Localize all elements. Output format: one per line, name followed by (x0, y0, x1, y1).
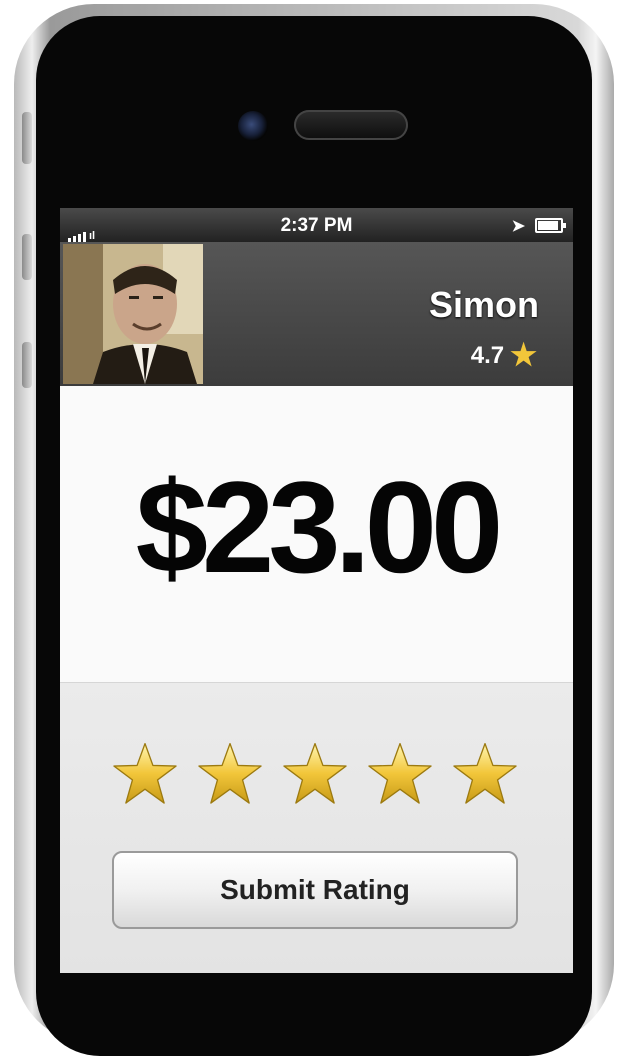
driver-rating-value: 4.7 (470, 342, 505, 369)
rating-panel: Submit Rating (60, 682, 573, 973)
fare-amount: $23.00 (135, 454, 504, 600)
fare-panel: $23.00 (60, 386, 573, 682)
driver-name: Simon (428, 284, 539, 325)
front-camera (238, 111, 268, 141)
submit-rating-button[interactable]: Submit Rating (112, 851, 518, 929)
silent-switch (22, 112, 32, 164)
rating-star-4-icon[interactable] (367, 741, 433, 807)
driver-header: Simon 4.7 ★ (60, 242, 573, 386)
earpiece-speaker (294, 110, 408, 140)
status-bar: ıl 2:37 PM ➤ (60, 208, 573, 242)
volume-up-button (22, 234, 32, 280)
rating-star-3-icon[interactable] (282, 741, 348, 807)
star-rating-input[interactable] (112, 741, 532, 811)
volume-down-button (22, 342, 32, 388)
location-arrow-icon: ➤ (511, 218, 525, 235)
driver-photo (63, 244, 203, 384)
status-time: 2:37 PM (280, 215, 353, 236)
rating-star-5-icon[interactable] (452, 741, 518, 807)
star-icon: ★ (510, 339, 537, 372)
rating-star-2-icon[interactable] (197, 741, 263, 807)
app-screen: ıl 2:37 PM ➤ Simon 4.7 ★ $23.00 Submit R… (60, 208, 573, 973)
driver-rating: 4.7 ★ (471, 338, 537, 373)
rating-star-1-icon[interactable] (112, 741, 178, 807)
battery-icon (535, 218, 566, 233)
driver-avatar (63, 244, 203, 384)
